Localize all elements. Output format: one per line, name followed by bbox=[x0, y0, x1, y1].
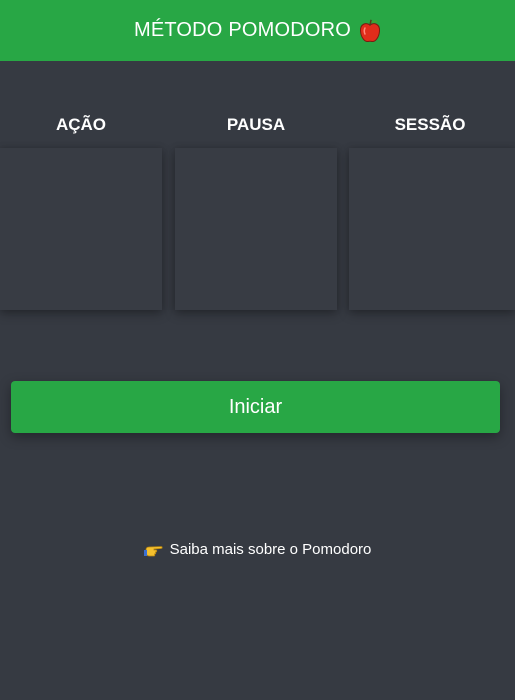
apple-icon bbox=[359, 19, 381, 43]
learn-more-link[interactable]: Saiba mais sobre o Pomodoro bbox=[143, 541, 372, 558]
app-header: MÉTODO POMODORO bbox=[0, 0, 515, 61]
start-button[interactable]: Iniciar bbox=[11, 381, 500, 433]
app-title: MÉTODO POMODORO bbox=[133, 19, 352, 41]
label-sessao: SESSÃO bbox=[394, 115, 466, 134]
acao-panel bbox=[0, 148, 162, 310]
learn-more: Saiba mais sobre o Pomodoro bbox=[0, 541, 515, 558]
learn-more-text: Saiba mais sobre o Pomodoro bbox=[169, 541, 372, 558]
pomodoro-app: MÉTODO POMODORO AÇÃO PAUSA SESSÃO Inicia… bbox=[0, 0, 515, 700]
sessao-panel bbox=[349, 148, 515, 310]
pointing-hand-icon bbox=[143, 542, 164, 558]
header-content: MÉTODO POMODORO bbox=[134, 19, 381, 43]
timer-labels: AÇÃO PAUSA SESSÃO bbox=[0, 115, 515, 139]
label-acao: AÇÃO bbox=[55, 115, 107, 134]
pausa-panel bbox=[175, 148, 337, 310]
label-pausa: PAUSA bbox=[226, 115, 286, 134]
